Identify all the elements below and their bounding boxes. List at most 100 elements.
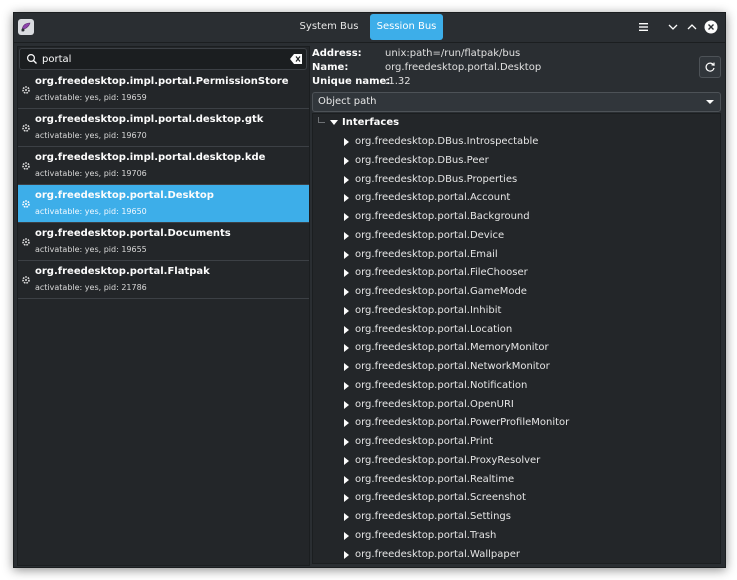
interface-name: org.freedesktop.portal.Background: [355, 211, 530, 222]
service-gear-icon: [22, 86, 30, 94]
interface-name: org.freedesktop.portal.Screenshot: [355, 492, 526, 504]
interface-name: org.freedesktop.portal.Device: [355, 229, 505, 241]
search-field[interactable]: [19, 48, 307, 70]
service-gear-icon: [22, 200, 30, 208]
collapsed-arrow-icon: [344, 194, 349, 203]
chevron-down-icon: [706, 100, 714, 104]
interface-tree: Interfaces org.freedesktop.DBus.Introspe…: [312, 113, 721, 564]
refresh-icon: [705, 62, 715, 72]
interface-name: org.freedesktop.portal.PowerProfileMonit…: [355, 417, 570, 429]
service-name: org.freedesktop.portal.Desktop: [35, 190, 214, 201]
interface-name: org.freedesktop.portal.NetworkMonitor: [355, 361, 550, 372]
service-name: org.freedesktop.portal.Documents: [35, 228, 231, 239]
clear-text-icon[interactable]: [290, 54, 302, 64]
collapsed-arrow-icon: [344, 213, 349, 221]
interface-name: org.freedesktop.portal.Settings: [355, 511, 511, 522]
view-mode-selected: Object path: [318, 96, 377, 107]
interface-name: org.freedesktop.portal.Notification: [355, 379, 528, 391]
collapsed-arrow-icon: [344, 325, 349, 334]
app-window: System Bus Session Bus portal org.freede…: [13, 12, 726, 568]
close-icon[interactable]: [703, 19, 719, 35]
service-name: org.freedesktop.impl.portal.desktop.kde: [35, 152, 266, 163]
collapsed-arrow-icon: [344, 363, 349, 371]
service-item[interactable]: org.freedesktop.portal.Flatpak activatab…: [18, 261, 309, 299]
tab-session-bus[interactable]: Session Bus: [370, 14, 443, 40]
interface-name: org.freedesktop.portal.Trash: [355, 529, 497, 541]
service-item[interactable]: org.freedesktop.portal.Documents activat…: [18, 223, 309, 261]
service-desc: activatable: yes, pid: 19659: [35, 93, 147, 102]
collapsed-arrow-icon: [344, 156, 349, 165]
interface-name: org.freedesktop.DBus.Introspectable: [355, 136, 539, 147]
service-item[interactable]: org.freedesktop.impl.portal.PermissionSt…: [18, 71, 309, 109]
collapsed-arrow-icon: [344, 306, 349, 315]
tab-system-bus[interactable]: System Bus: [294, 14, 364, 40]
collapsed-arrow-icon: [344, 344, 349, 353]
app-logo-icon: [18, 19, 34, 35]
interface-name: org.freedesktop.portal.ProxyResolver: [355, 454, 541, 466]
unique-name-value: :1.32: [385, 76, 411, 87]
service-list: org.freedesktop.impl.portal.PermissionSt…: [18, 71, 309, 299]
service-gear-icon: [22, 124, 30, 132]
interface-name: org.freedesktop.portal.Inhibit: [355, 304, 502, 316]
collapsed-arrow-icon: [344, 531, 349, 540]
service-desc: activatable: yes, pid: 19670: [35, 131, 147, 140]
collapsed-arrow-icon: [344, 513, 349, 521]
minimize-chevron-down-icon[interactable]: [665, 19, 681, 35]
collapsed-arrow-icon: [344, 269, 349, 278]
service-gear-icon: [22, 276, 30, 284]
service-name: org.freedesktop.impl.portal.PermissionSt…: [35, 76, 289, 87]
collapsed-arrow-icon: [344, 494, 349, 503]
maximize-chevron-up-icon[interactable]: [684, 19, 700, 35]
address-label: Address:: [312, 48, 362, 59]
interface-name: org.freedesktop.portal.MemoryMonitor: [355, 342, 549, 354]
collapsed-arrow-icon: [344, 419, 349, 428]
name-label: Name:: [312, 62, 349, 73]
collapsed-arrow-icon: [344, 400, 349, 409]
tree-node-label: Interfaces: [342, 117, 400, 128]
interface-name: org.freedesktop.portal.Wallpaper: [355, 548, 520, 560]
service-name: org.freedesktop.impl.portal.desktop.gtk: [35, 114, 264, 125]
service-desc: activatable: yes, pid: 21786: [35, 283, 147, 292]
refresh-button[interactable]: [699, 56, 721, 78]
collapsed-arrow-icon: [344, 550, 349, 559]
service-list-pane: org.freedesktop.impl.portal.PermissionSt…: [17, 46, 310, 566]
service-item[interactable]: org.freedesktop.impl.portal.desktop.gtk …: [18, 109, 309, 147]
expanded-arrow-icon: [330, 120, 338, 125]
search-input[interactable]: [42, 51, 282, 67]
service-name: org.freedesktop.portal.Flatpak: [35, 266, 210, 277]
interface-name: org.freedesktop.portal.GameMode: [355, 286, 527, 297]
collapsed-arrow-icon: [344, 475, 349, 484]
collapsed-arrow-icon: [344, 438, 349, 446]
service-gear-icon: [22, 162, 30, 170]
service-item-selected[interactable]: org.freedesktop.portal.Desktop activatab…: [18, 185, 309, 223]
unique-name-label: Unique name:: [312, 76, 391, 87]
address-value: unix:path=/run/flatpak/bus: [385, 48, 521, 59]
collapsed-arrow-icon: [344, 381, 349, 390]
interface-name: org.freedesktop.portal.Print: [355, 436, 493, 447]
interface-name: org.freedesktop.portal.Realtime: [355, 473, 515, 485]
interface-name: org.freedesktop.portal.Account: [355, 192, 511, 204]
service-desc: activatable: yes, pid: 19650: [35, 207, 147, 216]
tree-branch-line: [318, 122, 325, 123]
collapsed-arrow-icon: [344, 250, 349, 259]
search-icon: [26, 53, 37, 64]
interface-name: org.freedesktop.portal.Email: [355, 248, 498, 260]
interface-name: org.freedesktop.DBus.Properties: [355, 173, 518, 185]
interface-name: org.freedesktop.portal.Location: [355, 323, 513, 335]
collapsed-arrow-icon: [344, 138, 349, 146]
collapsed-arrow-icon: [344, 231, 349, 240]
header-bar: System Bus Session Bus: [14, 13, 725, 43]
interface-name: org.freedesktop.DBus.Peer: [355, 154, 489, 166]
collapsed-arrow-icon: [344, 175, 349, 184]
name-value: org.freedesktop.portal.Desktop: [385, 62, 542, 73]
service-gear-icon: [22, 238, 30, 246]
interface-name: org.freedesktop.portal.FileChooser: [355, 267, 528, 279]
view-mode-dropdown[interactable]: Object path: [312, 92, 721, 112]
service-item[interactable]: org.freedesktop.impl.portal.desktop.kde …: [18, 147, 309, 185]
collapsed-arrow-icon: [344, 456, 349, 465]
interface-name: org.freedesktop.portal.OpenURI: [355, 398, 514, 410]
collapsed-arrow-icon: [344, 288, 349, 296]
hamburger-menu-icon[interactable]: [636, 19, 652, 35]
service-desc: activatable: yes, pid: 19706: [35, 169, 147, 178]
service-desc: activatable: yes, pid: 19655: [35, 245, 147, 254]
